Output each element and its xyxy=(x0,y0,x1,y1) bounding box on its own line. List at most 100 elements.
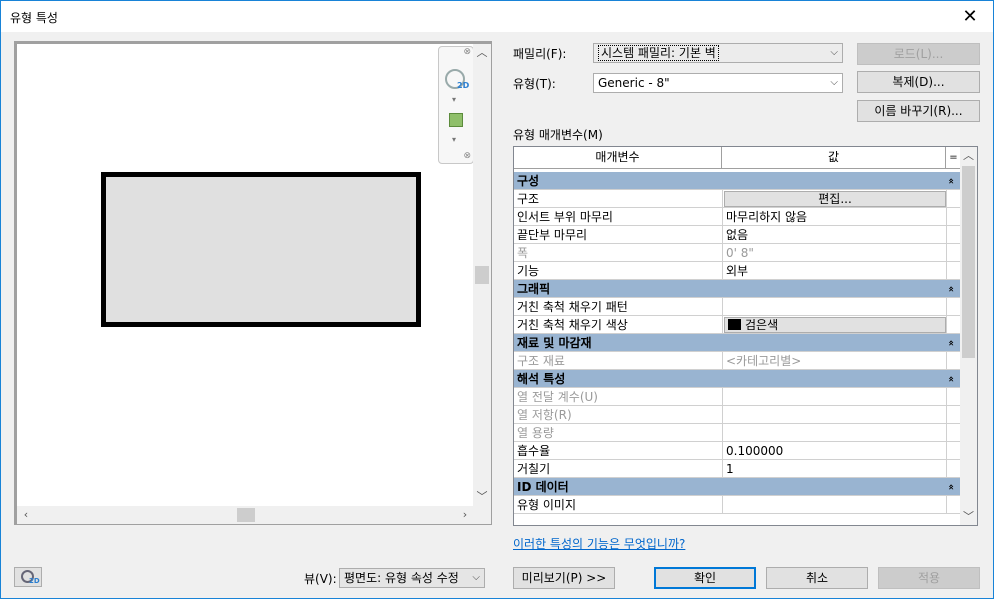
color-picker-button[interactable]: 검은색 xyxy=(724,317,946,333)
formula-cell[interactable] xyxy=(946,262,961,280)
parameter-value[interactable]: 없음 xyxy=(722,226,946,244)
preview-vertical-scrollbar[interactable]: ︿ ﹀ xyxy=(473,44,491,506)
parameter-row[interactable]: 인서트 부위 마무리 마무리하지 않음 xyxy=(514,208,961,226)
grid-header: 매개변수 값 = xyxy=(514,147,961,169)
scroll-thumb[interactable] xyxy=(962,166,975,358)
column-header-formula[interactable]: = xyxy=(946,147,961,168)
apply-button[interactable]: 적용 xyxy=(878,567,980,589)
group-header[interactable]: 재료 및 마감재 » xyxy=(514,334,961,352)
zoom-dropdown-icon[interactable]: ▾ xyxy=(452,135,456,144)
group-header[interactable]: 그래픽 » xyxy=(514,280,961,298)
help-link[interactable]: 이러한 특성의 기능은 무엇입니까? xyxy=(513,535,685,552)
collapse-icon[interactable]: » xyxy=(943,340,961,346)
scroll-down-icon[interactable]: ﹀ xyxy=(473,488,491,506)
parameter-row[interactable]: 열 전달 계수(U) xyxy=(514,388,961,406)
formula-cell[interactable] xyxy=(946,442,961,460)
parameter-value[interactable] xyxy=(722,496,946,514)
load-button[interactable]: 로드(L)... xyxy=(857,43,980,65)
scroll-up-icon[interactable]: ︿ xyxy=(473,44,491,62)
navbar-options-icon[interactable]: ⊗ xyxy=(463,151,471,161)
scroll-right-icon[interactable]: › xyxy=(456,506,474,524)
cancel-button[interactable]: 취소 xyxy=(766,567,868,589)
zoom-icon[interactable] xyxy=(449,113,463,127)
group-header[interactable]: 구성 » xyxy=(514,172,961,190)
group-name: 구성 xyxy=(517,174,540,188)
chevron-down-icon: ⌵ xyxy=(830,77,838,88)
preview-horizontal-scrollbar[interactable]: ‹ › xyxy=(17,506,474,524)
scroll-down-icon[interactable]: ﹀ xyxy=(960,508,977,525)
parameter-row[interactable]: 거친 축척 채우기 색상 검은색 xyxy=(514,316,961,334)
parameter-value[interactable] xyxy=(722,298,946,316)
chevron-down-icon: ⌵ xyxy=(830,47,838,58)
parameter-value[interactable] xyxy=(722,388,946,406)
parameter-value[interactable]: 0.100000 xyxy=(722,442,946,460)
navbar-close-icon[interactable]: ⊗ xyxy=(463,47,471,57)
type-parameters-grid[interactable]: 매개변수 값 = 구성 » 구조 편집... 인서트 부위 마무리 마무리하지 않음 끝단부… xyxy=(513,146,978,526)
parameter-row[interactable]: 끝단부 마무리 없음 xyxy=(514,226,961,244)
parameter-value[interactable]: 마무리하지 않음 xyxy=(722,208,946,226)
parameter-value[interactable]: 검은색 xyxy=(722,316,946,334)
parameter-row[interactable]: 열 저항(R) xyxy=(514,406,961,424)
edit-structure-button[interactable]: 편집... xyxy=(724,191,946,207)
steering-wheel-2d-button[interactable]: 2D xyxy=(14,567,42,587)
ok-button[interactable]: 확인 xyxy=(654,567,756,589)
parameter-value[interactable]: <카테고리별> xyxy=(722,352,946,370)
view-combo[interactable]: 평면도: 유형 속성 수정 ⌵ xyxy=(339,568,485,588)
parameter-name: 거칠기 xyxy=(517,462,551,476)
formula-cell[interactable] xyxy=(946,244,961,262)
parameter-value[interactable]: 편집... xyxy=(722,190,946,208)
collapse-icon[interactable]: » xyxy=(943,286,961,292)
rename-button[interactable]: 이름 바꾸기(R)... xyxy=(857,100,980,122)
formula-cell[interactable] xyxy=(946,226,961,244)
parameter-name: 거친 축척 채우기 패턴 xyxy=(517,300,628,314)
formula-cell[interactable] xyxy=(946,190,961,208)
parameter-name: 폭 xyxy=(517,246,529,260)
color-swatch xyxy=(728,319,741,330)
type-combo[interactable]: Generic - 8" ⌵ xyxy=(593,73,843,93)
parameter-row[interactable]: 열 용량 xyxy=(514,424,961,442)
collapse-icon[interactable]: » xyxy=(943,484,961,490)
parameter-row[interactable]: 폭 0' 8" xyxy=(514,244,961,262)
parameter-value[interactable]: 외부 xyxy=(722,262,946,280)
collapse-icon[interactable]: » xyxy=(943,376,961,382)
parameter-row[interactable]: 거친 축척 채우기 패턴 xyxy=(514,298,961,316)
scroll-thumb[interactable] xyxy=(237,508,255,522)
parameter-row[interactable]: 거칠기 1 xyxy=(514,460,961,478)
parameter-value[interactable] xyxy=(722,406,946,424)
formula-cell[interactable] xyxy=(946,424,961,442)
preview-button[interactable]: 미리보기(P) >> xyxy=(513,567,615,589)
parameter-row[interactable]: 흡수율 0.100000 xyxy=(514,442,961,460)
parameter-row[interactable]: 유형 이미지 xyxy=(514,496,961,514)
column-header-value[interactable]: 값 xyxy=(722,147,946,168)
wheel-dropdown-icon[interactable]: ▾ xyxy=(452,95,456,104)
formula-cell[interactable] xyxy=(946,298,961,316)
formula-cell[interactable] xyxy=(946,496,961,514)
duplicate-button[interactable]: 복제(D)... xyxy=(857,71,980,93)
group-header[interactable]: 해석 특성 » xyxy=(514,370,961,388)
formula-cell[interactable] xyxy=(946,388,961,406)
formula-cell[interactable] xyxy=(946,208,961,226)
close-icon[interactable]: ✕ xyxy=(947,1,993,32)
parameter-value[interactable]: 0' 8" xyxy=(722,244,946,262)
scroll-up-icon[interactable]: ︿ xyxy=(960,147,977,164)
parameter-value[interactable] xyxy=(722,424,946,442)
formula-cell[interactable] xyxy=(946,316,961,334)
parameter-row[interactable]: 구조 재료 <카테고리별> xyxy=(514,352,961,370)
column-header-parameter[interactable]: 매개변수 xyxy=(514,147,722,168)
parameter-name: 유형 이미지 xyxy=(517,498,577,512)
preview-pane[interactable]: ⊗ 2D ▾ ▾ ⊗ ︿ ﹀ ‹ › xyxy=(14,41,492,525)
formula-cell[interactable] xyxy=(946,352,961,370)
formula-cell[interactable] xyxy=(946,460,961,478)
preview-canvas[interactable]: ⊗ 2D ▾ ▾ ⊗ xyxy=(17,44,474,506)
formula-cell[interactable] xyxy=(946,406,961,424)
scroll-left-icon[interactable]: ‹ xyxy=(17,506,35,524)
grid-vertical-scrollbar[interactable]: ︿ ﹀ xyxy=(960,147,977,525)
parameter-row[interactable]: 구조 편집... xyxy=(514,190,961,208)
parameter-value[interactable]: 1 xyxy=(722,460,946,478)
group-header[interactable]: ID 데이터 » xyxy=(514,478,961,496)
family-combo[interactable]: 시스템 패밀리: 기본 벽 ⌵ xyxy=(593,43,843,63)
collapse-icon[interactable]: » xyxy=(943,178,961,184)
parameter-row[interactable]: 기능 외부 xyxy=(514,262,961,280)
navigation-bar: ⊗ 2D ▾ ▾ ⊗ xyxy=(438,46,474,164)
scroll-thumb[interactable] xyxy=(475,266,489,284)
